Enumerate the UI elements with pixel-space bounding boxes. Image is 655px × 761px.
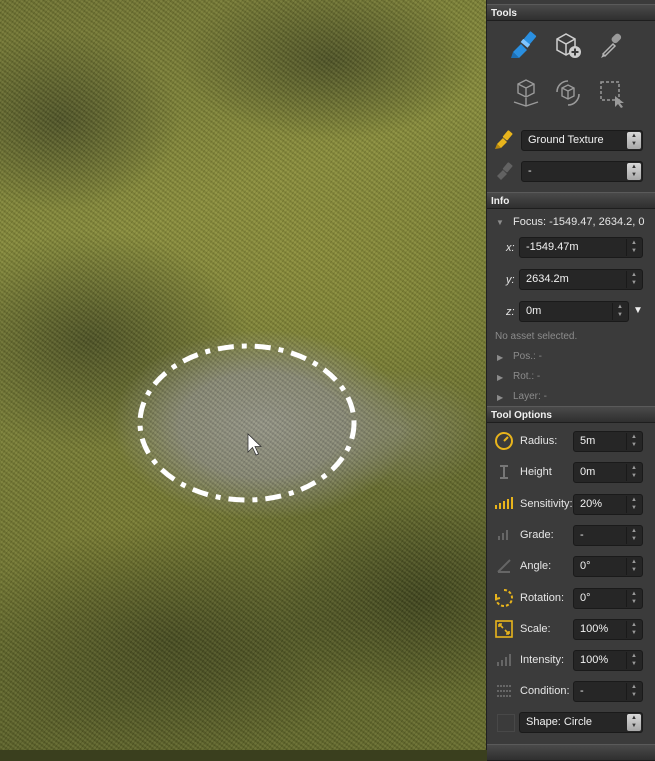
z-field-value: 0m xyxy=(526,305,542,317)
condition-value: - xyxy=(580,685,584,697)
z-field[interactable]: 0m ▲ ▼ xyxy=(519,301,629,322)
angle-value: 0° xyxy=(580,560,591,572)
height-spinner[interactable]: ▲ ▼ xyxy=(626,464,641,481)
scale-value: 100% xyxy=(580,623,609,635)
layer-readout: Layer: - xyxy=(513,391,547,402)
rotate-object-icon[interactable] xyxy=(551,76,585,110)
x-label: x: xyxy=(506,242,515,254)
tool-options-header: Tool Options xyxy=(487,406,655,423)
info-header: Info xyxy=(487,192,655,209)
sensitivity-icon xyxy=(494,494,514,514)
intensity-field[interactable]: 100% ▲ ▼ xyxy=(573,650,643,671)
height-value: 0m xyxy=(580,466,596,478)
rot-expand-icon: ▶ xyxy=(497,373,504,382)
sensitivity-field[interactable]: 20% ▲ ▼ xyxy=(573,494,643,515)
angle-spinner[interactable]: ▲ ▼ xyxy=(626,558,641,575)
angle-field[interactable]: 0° ▲ ▼ xyxy=(573,556,643,577)
paint-brush-icon[interactable] xyxy=(509,28,543,62)
z-label: z: xyxy=(506,306,515,318)
select-area-icon[interactable] xyxy=(595,76,629,110)
radius-field[interactable]: 5m ▲ ▼ xyxy=(573,431,643,452)
z-dropdown-icon[interactable]: ▼ xyxy=(633,305,643,316)
grade-spinner[interactable]: ▲ ▼ xyxy=(626,527,641,544)
angle-icon xyxy=(494,556,514,576)
radius-value: 5m xyxy=(580,435,596,447)
scale-field[interactable]: 100% ▲ ▼ xyxy=(573,619,643,640)
y-spinner[interactable]: ▲ ▼ xyxy=(626,271,641,288)
radius-label: Radius: xyxy=(520,435,558,447)
side-panel: Tools Ground Texture ▲ ▼ - ▲ ▼ Info ▼ Fo… xyxy=(486,0,655,761)
height-icon xyxy=(494,462,514,482)
height-field[interactable]: 0m ▲ ▼ xyxy=(573,462,643,483)
condition-spinner[interactable]: ▲ ▼ xyxy=(626,683,641,700)
intensity-spinner[interactable]: ▲ ▼ xyxy=(626,652,641,669)
x-field[interactable]: -1549.47m ▲ ▼ xyxy=(519,237,643,258)
texture-select-value: Ground Texture xyxy=(528,134,604,146)
focus-readout: Focus: -1549.47, 2634.2, 0 xyxy=(513,216,645,228)
pos-expand-icon: ▶ xyxy=(497,353,504,362)
angle-label: Angle: xyxy=(520,560,552,572)
x-spinner[interactable]: ▲ ▼ xyxy=(626,239,641,256)
brush-overlay xyxy=(137,343,357,503)
focus-collapse-icon[interactable]: ▼ xyxy=(496,218,504,227)
scale-spinner[interactable]: ▲ ▼ xyxy=(626,621,641,638)
rotation-field[interactable]: 0° ▲ ▼ xyxy=(573,588,643,609)
add-object-icon[interactable] xyxy=(551,28,585,62)
eyedropper-icon[interactable] xyxy=(595,28,629,62)
condition-label: Condition: xyxy=(520,685,570,697)
shape-icon xyxy=(497,714,515,732)
no-asset-text: No asset selected. xyxy=(495,331,578,342)
y-field-value: 2634.2m xyxy=(526,273,569,285)
next-section-header xyxy=(487,744,655,761)
radius-icon xyxy=(494,431,514,451)
y-label: y: xyxy=(506,274,515,286)
scale-label: Scale: xyxy=(520,623,551,635)
texture-select[interactable]: Ground Texture ▲ ▼ xyxy=(521,130,643,151)
sensitivity-spinner[interactable]: ▲ ▼ xyxy=(626,496,641,513)
shape-select-spinner[interactable]: ▲ ▼ xyxy=(627,714,641,731)
grade-label: Grade: xyxy=(520,529,554,541)
x-field-value: -1549.47m xyxy=(526,241,579,253)
texture-select-spinner[interactable]: ▲ ▼ xyxy=(627,132,641,149)
rotation-label: Rotation: xyxy=(520,592,565,604)
mouse-pointer-icon xyxy=(247,433,262,456)
shape-select[interactable]: Shape: Circle ▲ ▼ xyxy=(519,712,643,733)
terrain-viewport[interactable] xyxy=(0,0,486,750)
brush-cursor-ring xyxy=(137,343,357,503)
intensity-icon xyxy=(494,650,514,670)
grade-field[interactable]: - ▲ ▼ xyxy=(573,525,643,546)
intensity-value: 100% xyxy=(580,654,609,666)
height-label: Height xyxy=(520,466,552,478)
rotation-spinner[interactable]: ▲ ▼ xyxy=(626,590,641,607)
condition-field[interactable]: - ▲ ▼ xyxy=(573,681,643,702)
rot-readout: Rot.: - xyxy=(513,371,541,382)
scale-icon xyxy=(494,619,514,639)
pos-readout: Pos.: - xyxy=(513,351,542,362)
layer-expand-icon: ▶ xyxy=(497,393,504,402)
secondary-select-value: - xyxy=(528,165,532,177)
y-field[interactable]: 2634.2m ▲ ▼ xyxy=(519,269,643,290)
grade-value: - xyxy=(580,529,584,541)
place-object-icon[interactable] xyxy=(509,76,543,110)
shape-select-value: Shape: Circle xyxy=(526,716,593,728)
texture-brush-icon xyxy=(493,128,517,152)
sensitivity-value: 20% xyxy=(580,498,603,510)
grade-icon xyxy=(494,525,514,545)
rotation-value: 0° xyxy=(580,592,591,604)
sensitivity-label: Sensitivity: xyxy=(520,498,573,510)
condition-icon xyxy=(494,681,514,701)
intensity-label: Intensity: xyxy=(520,654,565,666)
rotation-icon xyxy=(494,588,514,608)
secondary-select[interactable]: - ▲ ▼ xyxy=(521,161,643,182)
secondary-select-spinner[interactable]: ▲ ▼ xyxy=(627,163,641,180)
z-spinner[interactable]: ▲ ▼ xyxy=(612,303,627,320)
tools-header: Tools xyxy=(487,4,655,21)
secondary-brush-icon xyxy=(493,160,517,184)
radius-spinner[interactable]: ▲ ▼ xyxy=(626,433,641,450)
